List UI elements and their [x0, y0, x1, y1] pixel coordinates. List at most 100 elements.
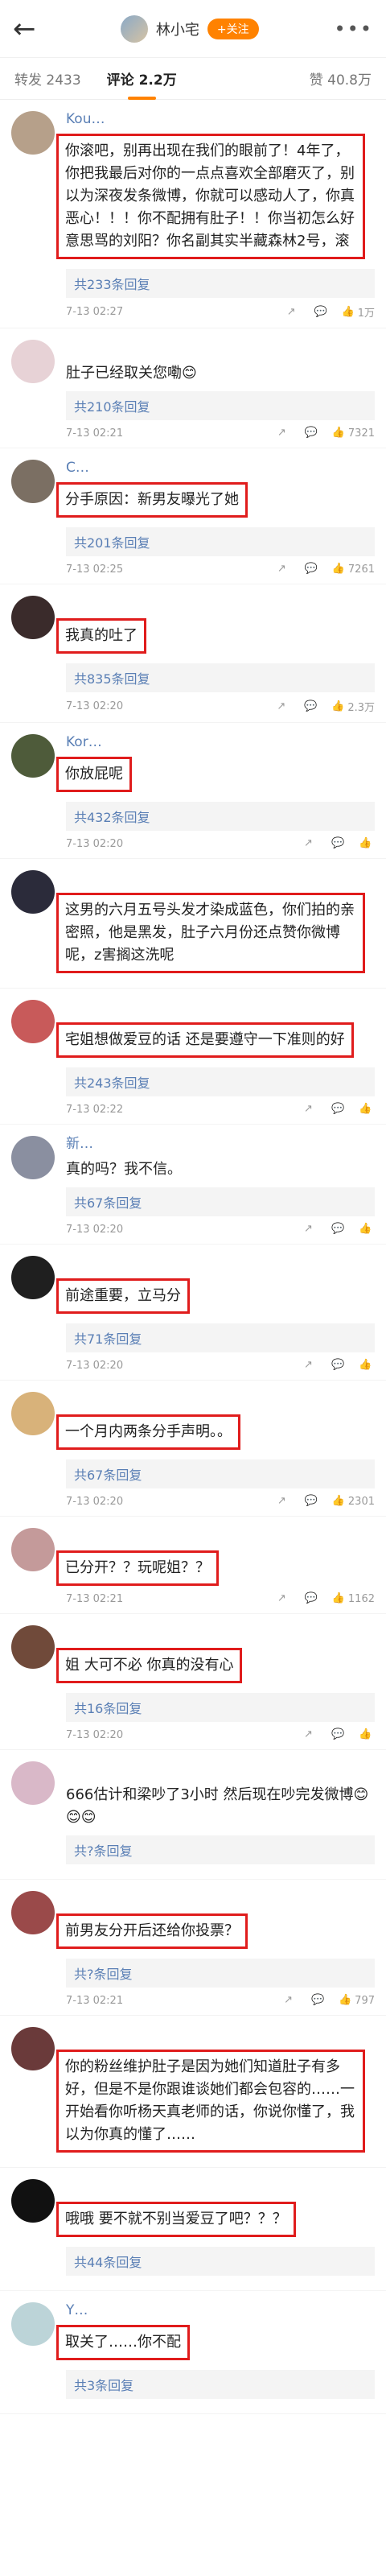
avatar[interactable]: [11, 596, 55, 639]
comment-username[interactable]: [66, 1254, 375, 1274]
comment-username[interactable]: C…: [66, 458, 375, 477]
like-button[interactable]: 👍 797: [339, 1994, 375, 2007]
like-button[interactable]: 👍: [359, 1359, 375, 1372]
share-icon[interactable]: ↗: [284, 1994, 297, 2007]
thumbs-up-icon: 👍: [339, 1994, 352, 2006]
follow-button[interactable]: +关注: [207, 18, 259, 39]
comment-item: Kou… 你滚吧，别再出现在我们的眼前了！4年了，你把我最后对你的一点点喜欢全部磨…: [0, 100, 386, 328]
like-button[interactable]: 👍: [359, 837, 375, 850]
tab-likes[interactable]: 赞 40.8万: [310, 68, 372, 89]
avatar[interactable]: [11, 340, 55, 383]
reply-icon[interactable]: 💬: [311, 1994, 324, 2007]
like-button[interactable]: 👍: [359, 1728, 375, 1741]
view-replies-link[interactable]: 共432条回复: [66, 802, 375, 831]
reply-icon[interactable]: 💬: [304, 700, 317, 713]
view-replies-link[interactable]: 共67条回复: [66, 1187, 375, 1216]
reply-icon[interactable]: 💬: [305, 563, 318, 576]
reply-icon[interactable]: 💬: [331, 1223, 344, 1236]
share-icon[interactable]: ↗: [277, 1495, 290, 1508]
comment-text: 这男的六月五号头发才染成蓝色，你们拍的亲密照，他是黑发，肚子六月份还点赞你微博呢…: [56, 893, 365, 973]
avatar[interactable]: [11, 2302, 55, 2346]
tab-repost[interactable]: 转发 2433: [14, 68, 81, 89]
comment-username[interactable]: 新…: [66, 1134, 375, 1154]
view-replies-link[interactable]: 共233条回复: [66, 269, 375, 298]
reply-icon[interactable]: 💬: [305, 1495, 318, 1508]
avatar[interactable]: [11, 870, 55, 914]
view-replies-link[interactable]: 共835条回复: [66, 663, 375, 692]
like-button[interactable]: 👍: [359, 1223, 375, 1236]
view-replies-link[interactable]: 共243条回复: [66, 1067, 375, 1096]
view-replies-link[interactable]: 共?条回复: [66, 1835, 375, 1864]
share-icon[interactable]: ↗: [277, 563, 290, 576]
share-icon[interactable]: ↗: [277, 1592, 290, 1605]
view-replies-link[interactable]: 共67条回复: [66, 1459, 375, 1488]
view-replies-link[interactable]: 共44条回复: [66, 2247, 375, 2276]
comment-text: 分手原因：新男友曝光了她: [56, 482, 248, 518]
comment-username[interactable]: [66, 1526, 375, 1546]
avatar[interactable]: [11, 2179, 55, 2223]
view-replies-link[interactable]: 共201条回复: [66, 527, 375, 556]
reply-icon[interactable]: 💬: [314, 306, 327, 319]
avatar[interactable]: [11, 111, 55, 155]
share-icon[interactable]: ↗: [304, 1103, 317, 1116]
comment-username[interactable]: [66, 338, 375, 357]
avatar[interactable]: [11, 1891, 55, 1934]
like-button[interactable]: 👍 7261: [332, 563, 375, 576]
view-replies-link[interactable]: 共210条回复: [66, 391, 375, 420]
tab-comments[interactable]: 评论 2.2万: [107, 68, 177, 100]
comment-username[interactable]: [66, 1624, 375, 1643]
like-button[interactable]: 👍: [359, 1103, 375, 1116]
avatar[interactable]: [11, 1136, 55, 1179]
reply-icon[interactable]: 💬: [331, 1103, 344, 1116]
reply-icon[interactable]: 💬: [305, 427, 318, 440]
share-icon[interactable]: ↗: [304, 1359, 317, 1372]
author-avatar[interactable]: [120, 14, 148, 43]
author-name[interactable]: 林小宅: [156, 19, 199, 39]
comment-username[interactable]: [66, 2025, 375, 2045]
share-icon[interactable]: ↗: [304, 1728, 317, 1741]
like-button[interactable]: 👍 2.3万: [331, 699, 375, 715]
view-replies-link[interactable]: 共3条回复: [66, 2370, 375, 2399]
comment-username[interactable]: Y…: [66, 2301, 375, 2320]
avatar[interactable]: [11, 734, 55, 778]
share-icon[interactable]: ↗: [277, 427, 290, 440]
reply-icon[interactable]: 💬: [331, 1359, 344, 1372]
like-button[interactable]: 👍 1万: [342, 304, 375, 320]
avatar[interactable]: [11, 460, 55, 503]
comment-meta: 7-13 02:21 ↗ 💬 👍 7321: [66, 427, 375, 440]
share-icon[interactable]: ↗: [304, 837, 317, 850]
comment-username[interactable]: [66, 998, 375, 1018]
like-button[interactable]: 👍 1162: [332, 1592, 375, 1605]
share-icon[interactable]: ↗: [277, 700, 290, 713]
comment-username[interactable]: [66, 1760, 375, 1779]
back-arrow-icon[interactable]: ←: [13, 13, 45, 45]
comment-username[interactable]: [66, 1889, 375, 1909]
like-button[interactable]: 👍 7321: [332, 427, 375, 440]
avatar[interactable]: [11, 1528, 55, 1571]
reply-icon[interactable]: 💬: [305, 1592, 318, 1605]
view-replies-link[interactable]: 共?条回复: [66, 1959, 375, 1988]
reply-icon[interactable]: 💬: [331, 1728, 344, 1741]
comment-username[interactable]: Kor…: [66, 733, 375, 752]
comment-username[interactable]: [66, 869, 375, 888]
share-icon[interactable]: ↗: [304, 1223, 317, 1236]
view-replies-link[interactable]: 共71条回复: [66, 1323, 375, 1352]
avatar[interactable]: [11, 2027, 55, 2070]
avatar[interactable]: [11, 1761, 55, 1805]
avatar[interactable]: [11, 1000, 55, 1043]
share-icon[interactable]: ↗: [287, 306, 300, 319]
comment-username[interactable]: [66, 2178, 375, 2197]
comment-item: Y… 取关了……你不配 共3条回复: [0, 2291, 386, 2414]
comment-time: 7-13 02:20: [66, 1728, 124, 1741]
reply-icon[interactable]: 💬: [331, 837, 344, 850]
comment-username[interactable]: Kou…: [66, 109, 375, 129]
more-icon[interactable]: •••: [335, 18, 373, 40]
comment-username[interactable]: [66, 594, 375, 613]
view-replies-link[interactable]: 共16条回复: [66, 1693, 375, 1722]
avatar[interactable]: [11, 1256, 55, 1299]
comment-time: 7-13 02:20: [66, 1223, 124, 1236]
avatar[interactable]: [11, 1392, 55, 1435]
like-button[interactable]: 👍 2301: [332, 1495, 375, 1508]
comment-username[interactable]: [66, 1390, 375, 1410]
avatar[interactable]: [11, 1625, 55, 1669]
